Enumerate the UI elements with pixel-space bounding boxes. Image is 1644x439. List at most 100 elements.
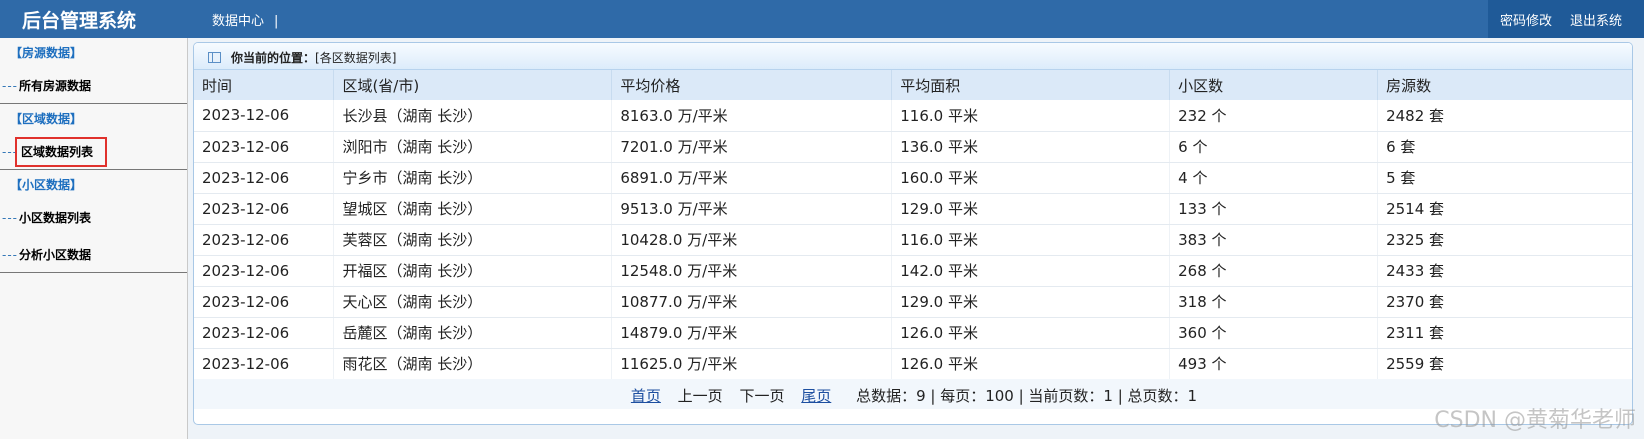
cell-avg-price: 6891.0 万/平米 [611,162,893,194]
cell-avg-price: 8163.0 万/平米 [611,100,893,132]
cell-avg-area: 116.0 平米 [891,100,1171,132]
sidebar-item-community-list[interactable]: ---小区数据列表 [0,198,187,235]
cell-region: 芙蓉区（湖南 长沙） [333,224,613,256]
table-row: 2023-12-06 望城区（湖南 长沙） 9513.0 万/平米 129.0 平米 1… [194,193,1632,225]
sidebar-heading-communities: 【小区数据】 [10,178,83,192]
cell-listing-count: 6 套 [1377,131,1632,163]
table-row: 2023-12-06 开福区（湖南 长沙） 12548.0 万/平米 142.0 平米… [194,255,1632,287]
cell-region: 雨花区（湖南 长沙） [333,348,613,380]
cell-region: 岳麓区（湖南 长沙） [333,317,613,349]
first-page-link[interactable]: 首页 [631,387,661,405]
table-row: 2023-12-06 浏阳市（湖南 长沙） 7201.0 万/平米 136.0 平米 6… [194,131,1632,163]
cell-listing-count: 2559 套 [1377,348,1632,380]
watermark: CSDN @黄菊华老师 [1434,408,1636,433]
nav-data-center[interactable]: 数据中心 | [212,10,278,29]
cell-time: 2023-12-06 [194,131,335,163]
table-row: 2023-12-06 雨花区（湖南 长沙） 11625.0 万/平米 126.0 平米… [194,348,1632,380]
column-header-time: 时间 [194,70,335,100]
nav-separator: | [274,14,279,29]
cell-avg-area: 116.0 平米 [891,224,1171,256]
sidebar-item-community-analysis[interactable]: ---分析小区数据 [0,235,187,272]
change-password-link[interactable]: 密码修改 [1500,10,1552,29]
cell-time: 2023-12-06 [194,348,335,380]
column-header-avg-area: 平均面积 [891,70,1171,100]
last-page-link[interactable]: 尾页 [801,387,831,405]
cell-community-count: 318 个 [1169,286,1379,318]
column-header-community-count: 小区数 [1169,70,1379,100]
cell-region: 长沙县（湖南 长沙） [333,100,613,132]
table-row: 2023-12-06 宁乡市（湖南 长沙） 6891.0 万/平米 160.0 平米 4… [194,162,1632,194]
cell-region: 开福区（湖南 长沙） [333,255,613,287]
column-header-listing-count: 房源数 [1377,70,1632,100]
cell-avg-price: 7201.0 万/平米 [611,131,893,163]
sidebar-item-label[interactable]: 分析小区数据 [19,248,91,262]
cell-avg-area: 160.0 平米 [891,162,1171,194]
breadcrumb-location: [各区数据列表] [315,51,397,65]
nav-data-center-label[interactable]: 数据中心 [212,14,264,29]
cell-community-count: 360 个 [1169,317,1379,349]
cell-time: 2023-12-06 [194,193,335,225]
table-row: 2023-12-06 天心区（湖南 长沙） 10877.0 万/平米 129.0 平米… [194,286,1632,318]
breadcrumb: 你当前的位置：[各区数据列表] [194,43,1632,70]
header-actions: 密码修改 退出系统 [1488,0,1644,38]
district-data-table: 时间 区域(省/市) 平均价格 平均面积 小区数 房源数 2023-12-06 长… [194,70,1632,380]
sidebar-heading-districts: 【区域数据】 [10,112,83,126]
sidebar-item-district-list[interactable]: --- 区域数据列表 [0,132,187,169]
sidebar-item-label[interactable]: 小区数据列表 [19,211,91,225]
sidebar-item-label[interactable]: 区域数据列表 [15,137,108,167]
cell-time: 2023-12-06 [194,255,335,287]
cell-community-count: 4 个 [1169,162,1379,194]
sidebar-dash: --- [2,79,18,93]
cell-community-count: 232 个 [1169,100,1379,132]
cell-listing-count: 2433 套 [1377,255,1632,287]
cell-avg-price: 12548.0 万/平米 [611,255,893,287]
cell-community-count: 268 个 [1169,255,1379,287]
cell-listing-count: 2325 套 [1377,224,1632,256]
cell-avg-area: 126.0 平米 [891,348,1171,380]
column-header-region: 区域(省/市) [333,70,613,100]
pagination: 首页 上一页 下一页 尾页 总数据：9 | 每页：100 | 当前页数：1 | … [194,379,1632,409]
sidebar-item-label[interactable]: 所有房源数据 [19,79,91,93]
cell-avg-area: 129.0 平米 [891,286,1171,318]
cell-community-count: 6 个 [1169,131,1379,163]
cell-community-count: 133 个 [1169,193,1379,225]
pagination-stats: 总数据：9 | 每页：100 | 当前页数：1 | 总页数：1 [856,387,1198,405]
cell-time: 2023-12-06 [194,224,335,256]
cell-region: 天心区（湖南 长沙） [333,286,613,318]
cell-region: 浏阳市（湖南 长沙） [333,131,613,163]
cell-region: 望城区（湖南 长沙） [333,193,613,225]
table-body: 2023-12-06 长沙县（湖南 长沙） 8163.0 万/平米 116.0 平米 2… [194,100,1632,380]
sidebar-dash: --- [2,211,18,225]
cell-avg-price: 10428.0 万/平米 [611,224,893,256]
logout-link[interactable]: 退出系统 [1570,10,1622,29]
table-row: 2023-12-06 芙蓉区（湖南 长沙） 10428.0 万/平米 116.0 平米… [194,224,1632,256]
cell-avg-area: 136.0 平米 [891,131,1171,163]
cell-avg-area: 142.0 平米 [891,255,1171,287]
table-row: 2023-12-06 长沙县（湖南 长沙） 8163.0 万/平米 116.0 平米 2… [194,100,1632,132]
cell-avg-price: 11625.0 万/平米 [611,348,893,380]
cell-community-count: 383 个 [1169,224,1379,256]
cell-time: 2023-12-06 [194,317,335,349]
column-header-avg-price: 平均价格 [611,70,893,100]
sidebar-section-communities: 【小区数据】 ---小区数据列表 ---分析小区数据 [0,170,187,273]
next-page-link[interactable]: 下一页 [739,387,784,405]
sidebar: 【房源数据】 ---所有房源数据 【区域数据】 --- 区域数据列表 【小区数据】… [0,38,188,439]
table-header-row: 时间 区域(省/市) 平均价格 平均面积 小区数 房源数 [194,70,1632,100]
table-row: 2023-12-06 岳麓区（湖南 长沙） 14879.0 万/平米 126.0 平米… [194,317,1632,349]
cell-avg-price: 14879.0 万/平米 [611,317,893,349]
sidebar-section-listings: 【房源数据】 ---所有房源数据 [0,38,187,104]
cell-time: 2023-12-06 [194,286,335,318]
content-panel: 你当前的位置：[各区数据列表] 时间 区域(省/市) 平均价格 平均面积 小区数… [193,42,1633,425]
sidebar-heading-listings: 【房源数据】 [10,46,83,60]
cell-listing-count: 2482 套 [1377,100,1632,132]
cell-community-count: 493 个 [1169,348,1379,380]
sidebar-section-districts: 【区域数据】 --- 区域数据列表 [0,104,187,170]
top-header-bar: 后台管理系统 数据中心 | 密码修改 退出系统 [0,0,1644,38]
sidebar-item-all-listings[interactable]: ---所有房源数据 [0,66,187,103]
cell-listing-count: 2370 套 [1377,286,1632,318]
breadcrumb-label: 你当前的位置： [231,51,316,65]
cell-time: 2023-12-06 [194,162,335,194]
table-list-icon [208,52,221,63]
cell-listing-count: 2514 套 [1377,193,1632,225]
prev-page-link[interactable]: 上一页 [678,387,723,405]
